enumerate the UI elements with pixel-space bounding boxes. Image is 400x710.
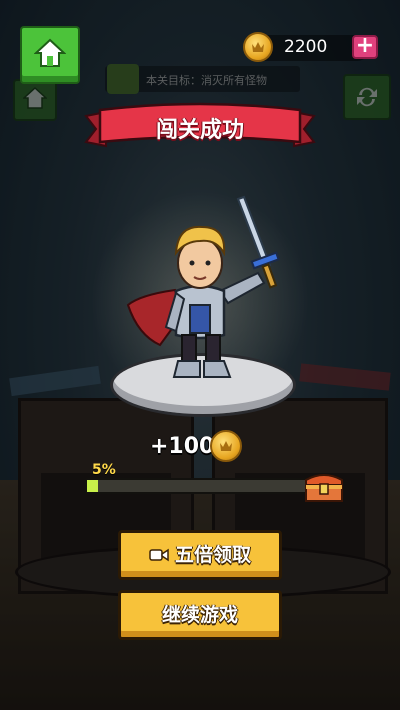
add-coins-button[interactable]: + xyxy=(352,35,378,59)
coin-count: 2200 xyxy=(284,37,328,57)
coin-icon xyxy=(243,32,273,62)
five-times-claim-button[interactable]: 五倍领取 xyxy=(118,530,282,580)
home-icon xyxy=(34,38,66,67)
reward-amount: +100 xyxy=(150,434,215,459)
home-button[interactable] xyxy=(20,26,80,84)
plus-icon: + xyxy=(355,33,375,58)
hero-knight xyxy=(126,195,280,378)
continue-game-label: 继续游戏 xyxy=(161,604,238,626)
progress-bar xyxy=(85,478,310,494)
reward-coin-icon xyxy=(210,430,242,462)
continue-game-button[interactable]: 继续游戏 xyxy=(118,590,282,640)
video-icon xyxy=(149,548,169,561)
treasure-chest-icon xyxy=(305,474,343,502)
crown-icon xyxy=(220,441,232,451)
title-text: 闯关成功 xyxy=(155,118,244,143)
progress-fill xyxy=(87,480,99,492)
crown-icon xyxy=(252,42,264,52)
progress-percent: 5% xyxy=(92,462,116,478)
five-times-claim-label: 五倍领取 xyxy=(174,544,251,566)
